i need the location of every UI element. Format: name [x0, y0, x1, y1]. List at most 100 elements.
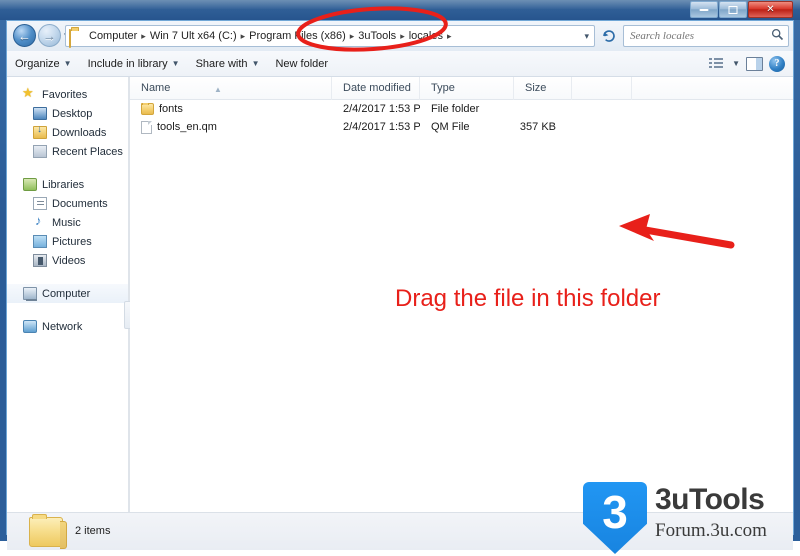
search-icon [771, 28, 784, 44]
search-input[interactable] [628, 27, 770, 45]
chevron-down-icon: ▼ [251, 59, 260, 68]
chevron-down-icon: ▼ [171, 59, 180, 68]
breadcrumb-dropdown-icon[interactable]: ▾ [584, 31, 594, 42]
sidebar-item-pictures[interactable]: Pictures [7, 232, 128, 251]
file-type-cell: File folder [431, 103, 480, 115]
file-date-cell: 2/4/2017 1:53 PM [343, 103, 420, 115]
sidebar-item-computer[interactable]: Computer [7, 284, 128, 303]
breadcrumb-folder-icon [69, 28, 84, 48]
table-row[interactable]: fonts 2/4/2017 1:53 PM File folder [130, 100, 793, 118]
column-header-name[interactable]: Name ▲ [130, 76, 332, 100]
nav-group-favorites: Favorites Desktop Downloads Recent Place… [7, 85, 128, 161]
sidebar-item-music[interactable]: Music [7, 213, 128, 232]
file-icon [141, 120, 152, 134]
breadcrumb-item-computer[interactable]: Computer [86, 29, 140, 43]
sort-ascending-icon: ▲ [214, 84, 222, 94]
pictures-icon [33, 235, 47, 248]
preview-pane-icon[interactable] [746, 56, 763, 71]
sidebar-label: Pictures [52, 235, 92, 248]
breadcrumb-bar[interactable]: Computer ▸ Win 7 Ult x64 (C:) ▸ Program … [65, 25, 595, 48]
logo-brand-name: 3uTools [655, 483, 765, 516]
sidebar-label: Documents [52, 197, 108, 210]
title-bar: ✕ [0, 0, 800, 20]
breadcrumb-item-drive[interactable]: Win 7 Ult x64 (C:) [147, 29, 240, 43]
status-folder-icon [29, 514, 67, 549]
forward-arrow-icon: → [43, 28, 56, 43]
breadcrumb-item-program-files[interactable]: Program Files (x86) [246, 29, 349, 43]
sidebar-item-desktop[interactable]: Desktop [7, 104, 128, 123]
close-icon: ✕ [766, 3, 775, 15]
command-bar: Organize ▼ Include in library ▼ Share wi… [7, 51, 793, 77]
maximize-button[interactable] [719, 1, 747, 18]
close-button[interactable]: ✕ [748, 1, 793, 18]
file-type-cell: QM File [431, 121, 470, 133]
sidebar-item-downloads[interactable]: Downloads [7, 123, 128, 142]
downloads-icon [33, 124, 47, 139]
folder-icon [141, 103, 154, 115]
view-options-caret-icon[interactable]: ▼ [732, 59, 740, 68]
breadcrumb-item-3utools[interactable]: 3uTools [355, 29, 399, 43]
sidebar-item-videos[interactable]: Videos [7, 251, 128, 270]
sidebar-label: Computer [42, 287, 91, 300]
table-row[interactable]: tools_en.qm 2/4/2017 1:53 PM QM File 357… [130, 118, 793, 136]
documents-icon [33, 197, 47, 210]
annotation-text: Drag the file in this folder [395, 285, 661, 312]
shield-icon: 3 [583, 482, 647, 554]
new-folder-label: New folder [275, 57, 329, 70]
column-label: Name [141, 81, 171, 94]
column-header-date-modified[interactable]: Date modified [332, 76, 420, 100]
explorer-body: Favorites Desktop Downloads Recent Place… [7, 76, 793, 512]
refresh-icon [603, 30, 615, 42]
column-header-size[interactable]: Size [514, 76, 572, 100]
sidebar-label: Network [42, 320, 83, 333]
sidebar-item-recent-places[interactable]: Recent Places [7, 142, 128, 161]
column-header-type[interactable]: Type [420, 76, 514, 100]
sidebar-item-favorites[interactable]: Favorites [7, 85, 128, 104]
network-icon [23, 320, 37, 333]
include-in-library-label: Include in library [87, 57, 168, 70]
sidebar-item-network[interactable]: Network [7, 317, 128, 336]
include-in-library-button[interactable]: Include in library ▼ [80, 55, 188, 73]
logo-text: 3uTools Forum.3u.com [655, 482, 767, 543]
navigation-buttons: ← → ▾ [13, 24, 69, 47]
back-arrow-icon: ← [18, 28, 31, 43]
share-with-button[interactable]: Share with ▼ [188, 55, 268, 73]
back-button[interactable]: ← [13, 24, 36, 47]
refresh-button[interactable] [599, 26, 619, 46]
sidebar-label: Libraries [42, 178, 85, 191]
view-options-icon[interactable] [709, 56, 726, 71]
new-folder-button[interactable]: New folder [267, 55, 336, 73]
search-box[interactable] [623, 25, 789, 47]
file-name-cell[interactable]: fonts [130, 103, 332, 115]
help-icon[interactable]: ? [769, 55, 785, 72]
file-name-cell[interactable]: tools_en.qm [130, 120, 332, 134]
shield-3-glyph: 3 [602, 486, 628, 538]
breadcrumb-item-locales[interactable]: locales [406, 29, 446, 43]
sidebar-item-documents[interactable]: Documents [7, 194, 128, 213]
sidebar-label: Downloads [52, 126, 107, 139]
favorites-star-icon [22, 85, 37, 101]
breadcrumb: Computer ▸ Win 7 Ult x64 (C:) ▸ Program … [86, 29, 453, 43]
nav-group-computer: Computer [7, 284, 128, 303]
sidebar-label: Recent Places [52, 145, 123, 158]
music-icon [33, 213, 47, 229]
sidebar-label: Favorites [42, 88, 88, 101]
file-name: tools_en.qm [157, 121, 217, 133]
address-bar: ← → ▾ Computer ▸ Win 7 Ult x64 (C:) ▸ Pr… [7, 21, 793, 51]
libraries-icon [23, 178, 37, 191]
sidebar-label: Music [52, 216, 81, 229]
window-client-area: ← → ▾ Computer ▸ Win 7 Ult x64 (C:) ▸ Pr… [6, 20, 794, 554]
command-bar-right: ▼ ? [709, 55, 793, 72]
organize-button[interactable]: Organize ▼ [7, 55, 80, 73]
file-name: fonts [159, 103, 183, 115]
sidebar-item-libraries[interactable]: Libraries [7, 175, 128, 194]
file-list-rows: fonts 2/4/2017 1:53 PM File folder tools… [130, 100, 793, 136]
nav-group-libraries: Libraries Documents Music Pictures [7, 175, 128, 270]
breadcrumb-separator: ▸ [446, 30, 452, 41]
sidebar-label: Desktop [52, 107, 93, 120]
nav-group-network: Network [7, 317, 128, 336]
logo-forum-url: Forum.3u.com [655, 520, 767, 541]
forward-button[interactable]: → [38, 24, 61, 47]
minimize-button[interactable] [690, 1, 718, 18]
desktop-icon [33, 107, 47, 120]
